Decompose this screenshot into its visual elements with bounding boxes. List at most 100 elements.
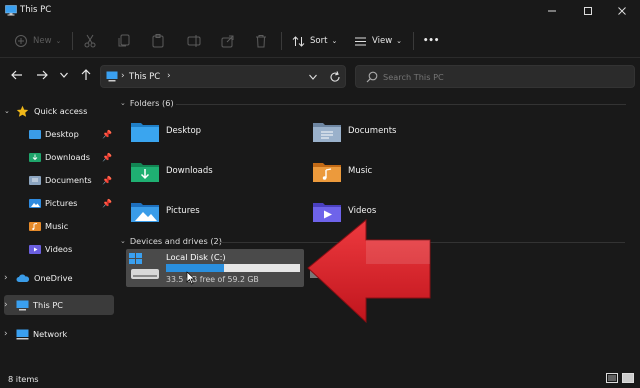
drive-free-space: 33.5 GB free of 59.2 GB [166,275,259,284]
up-button[interactable] [77,66,95,84]
breadcrumb-this-pc[interactable]: This PC [129,72,160,82]
search-icon [366,71,378,83]
rename-icon [187,35,201,47]
folder-music[interactable]: Music [312,156,372,186]
sort-label: Sort [310,36,328,46]
sidebar-item-label: Videos [45,244,73,254]
downloads-folder-icon [29,153,41,162]
chevron-down-icon: ⌄ [331,37,338,45]
item-count: 8 items [8,374,39,384]
view-icon [355,37,366,45]
sidebar-item-quick-access[interactable]: ⌄ Quick access [4,101,114,121]
tiles-view-icon[interactable] [622,373,634,383]
refresh-icon[interactable] [329,71,341,83]
paste-button[interactable] [152,31,164,51]
navigation-bar: › This PC › [0,62,640,90]
folder-label: Documents [348,126,397,136]
arrow-up-icon [81,69,91,80]
chevron-down-icon[interactable]: ⌄ [4,107,14,115]
sidebar-item-music[interactable]: Music [4,216,114,236]
sidebar-item-this-pc[interactable]: › This PC [4,295,114,315]
view-button[interactable]: View ⌄ [354,31,402,51]
pictures-folder-icon [29,199,41,208]
sidebar-item-label: Pictures [45,198,78,208]
chevron-down-icon: ⌄ [120,99,126,107]
sidebar-item-documents[interactable]: Documents 📌 [4,170,114,190]
recent-locations-button[interactable] [55,66,73,84]
back-button[interactable] [8,66,26,84]
sort-button[interactable]: Sort ⌄ [292,31,337,51]
chevron-down-icon[interactable] [308,73,318,81]
sidebar-item-label: Quick access [34,106,88,116]
this-pc-icon [5,5,17,16]
chevron-down-icon: ⌄ [396,37,403,45]
sidebar-item-label: OneDrive [34,273,73,283]
music-folder-icon [313,163,341,182]
toolbar-divider [72,32,73,50]
address-bar[interactable]: › This PC › [100,65,346,88]
sidebar-item-downloads[interactable]: Downloads 📌 [4,147,114,167]
plus-circle-icon [15,35,27,47]
sort-icon [292,35,305,47]
chevron-right-icon[interactable]: › [4,329,14,339]
delete-button[interactable] [255,31,267,51]
sidebar-item-network[interactable]: › Network [4,324,114,344]
sidebar-item-desktop[interactable]: Desktop 📌 [4,124,114,144]
minimize-button[interactable] [536,0,568,22]
sidebar-item-onedrive[interactable]: › OneDrive [4,268,114,288]
chevron-right-icon[interactable]: › [4,273,14,283]
rename-button[interactable] [187,31,201,51]
folder-label: Pictures [166,206,200,216]
maximize-button[interactable] [572,0,604,22]
search-box[interactable] [355,65,635,88]
folder-downloads[interactable]: Downloads [130,156,213,186]
videos-folder-icon [29,245,41,254]
sidebar-item-videos[interactable]: Videos [4,239,114,259]
this-pc-icon [16,300,29,310]
star-icon [16,105,29,117]
new-label: New [33,36,52,46]
documents-folder-icon [29,176,41,185]
folder-pictures[interactable]: Pictures [130,196,200,226]
sidebar-item-label: Network [33,329,68,339]
folder-documents[interactable]: Documents [312,116,396,146]
hard-drive-icon [129,253,159,279]
drive-name: Local Disk (C:) [166,252,226,262]
command-bar: New ⌄ Sort ⌄ View ⌄ ••• [0,24,640,58]
share-button[interactable] [221,31,235,51]
close-icon [618,7,626,15]
pin-icon[interactable]: 📌 [102,130,112,139]
folder-desktop[interactable]: Desktop [130,116,201,146]
sidebar-item-label: This PC [33,300,63,310]
pictures-folder-icon [131,203,159,222]
pin-icon[interactable]: 📌 [102,199,112,208]
details-view-icon[interactable] [606,373,618,383]
group-label: Folders (6) [129,98,174,108]
devices-group-header[interactable]: ⌄ Devices and drives (2) [120,236,222,246]
arrow-left-icon [11,70,22,80]
close-button[interactable] [606,0,638,22]
new-button[interactable]: New ⌄ [14,31,61,51]
sidebar-item-label: Music [45,221,69,231]
cut-button[interactable] [84,31,96,51]
more-options-button[interactable]: ••• [423,31,439,51]
toolbar-divider [281,32,282,50]
sidebar-item-pictures[interactable]: Pictures 📌 [4,193,114,213]
folders-group-header[interactable]: ⌄ Folders (6) [120,98,174,108]
search-input[interactable] [383,69,623,84]
chevron-right-icon[interactable]: › [167,71,171,81]
forward-button[interactable] [33,66,51,84]
chevron-right-icon[interactable]: › [4,300,14,310]
group-label: Devices and drives (2) [129,236,222,246]
minimize-icon [548,10,556,12]
mouse-cursor-icon [186,271,196,285]
share-icon [221,35,234,48]
pin-icon[interactable]: 📌 [102,153,112,162]
sidebar-item-label: Documents [45,175,92,185]
pin-icon[interactable]: 📌 [102,176,112,185]
red-pointer-arrow [307,218,431,324]
navigation-pane: ⌄ Quick access Desktop 📌 Downloads 📌 Doc… [0,94,116,368]
chevron-right-icon: › [121,71,125,81]
copy-button[interactable] [118,31,130,51]
drive-local-disk-c[interactable]: Local Disk (C:) 33.5 GB free of 59.2 GB [126,249,304,287]
